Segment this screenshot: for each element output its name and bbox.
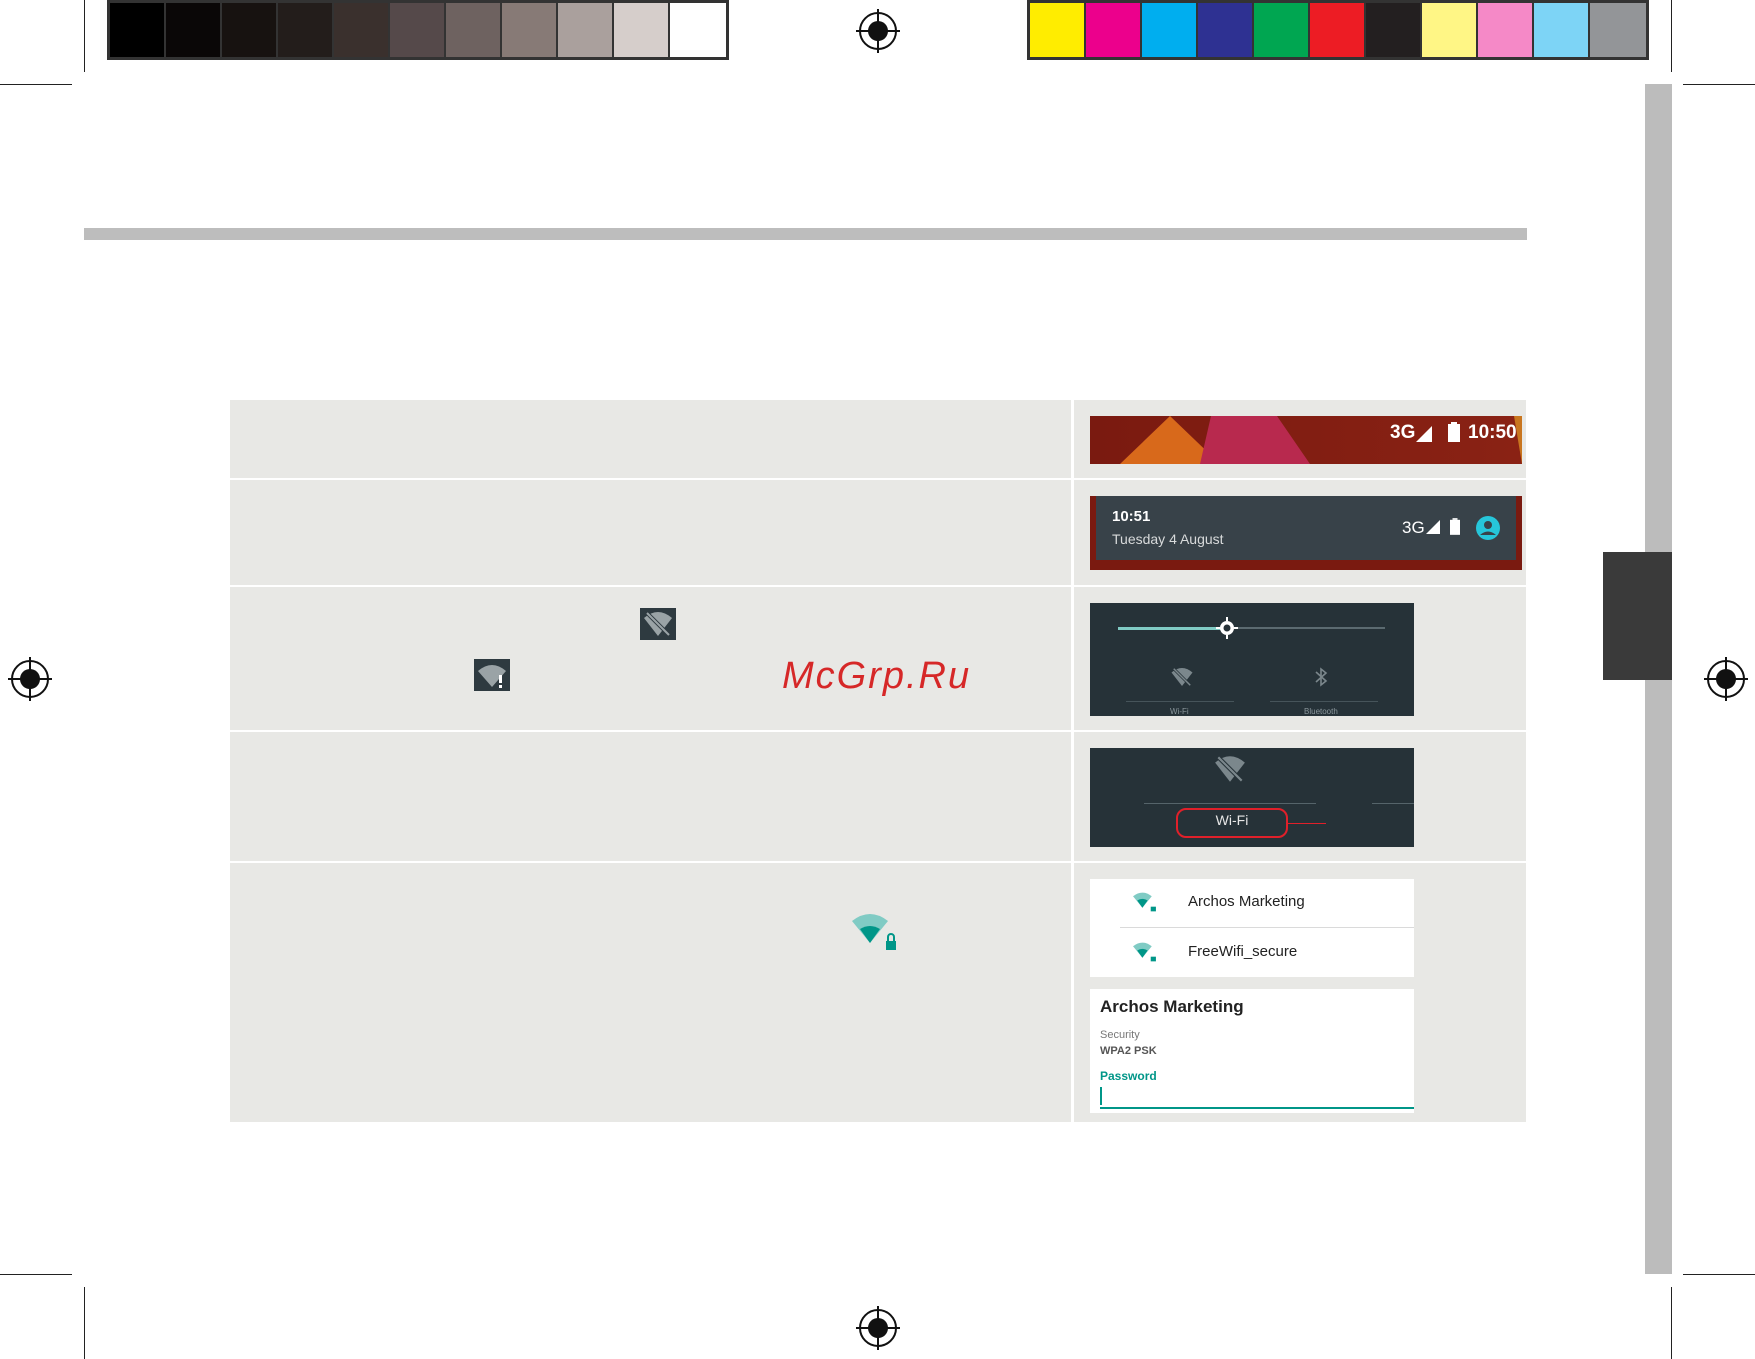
quick-settings-screenshot: Wi-Fi Bluetooth bbox=[1090, 603, 1414, 716]
step-image-cell: Wi-Fi bbox=[1074, 732, 1526, 861]
wifi-network-list: Archos Marketing FreeWifi_secure bbox=[1090, 879, 1414, 977]
step-image-cell: 3G 10:50 bbox=[1074, 400, 1526, 478]
highlight-pointer bbox=[1288, 823, 1326, 824]
color-swatch bbox=[1198, 3, 1254, 57]
step-row-2: 10:51 Tuesday 4 August 3G bbox=[230, 480, 1526, 587]
color-swatch bbox=[1478, 3, 1534, 57]
notification-date: Tuesday 4 August bbox=[1112, 531, 1224, 547]
signal-icon bbox=[1426, 520, 1440, 534]
color-swatch bbox=[166, 3, 222, 57]
list-item[interactable]: Archos Marketing bbox=[1090, 879, 1414, 928]
password-input[interactable] bbox=[1100, 1083, 1414, 1109]
registration-mark-icon bbox=[8, 657, 52, 701]
registration-mark-icon bbox=[1704, 657, 1748, 701]
tile-divider bbox=[1270, 701, 1378, 702]
color-swatch bbox=[1142, 3, 1198, 57]
wifi-locked-icon bbox=[852, 914, 896, 950]
security-label: Security bbox=[1100, 1029, 1140, 1041]
color-swatch bbox=[1310, 3, 1366, 57]
crop-mark-top-left-v bbox=[84, 0, 85, 72]
grayscale-color-bar bbox=[107, 0, 729, 60]
list-item[interactable]: FreeWifi_secure bbox=[1090, 929, 1414, 977]
color-swatch bbox=[278, 3, 334, 57]
step-row-4: Wi-Fi bbox=[230, 732, 1526, 863]
crop-mark-top-left-h bbox=[0, 84, 72, 85]
bluetooth-icon[interactable] bbox=[1314, 667, 1328, 687]
color-swatch bbox=[614, 3, 670, 57]
crop-mark-bottom-right-h bbox=[1683, 1274, 1755, 1275]
color-swatch bbox=[1366, 3, 1422, 57]
color-swatch bbox=[110, 3, 166, 57]
wifi-tile-label: Wi-Fi bbox=[1170, 707, 1189, 716]
color-swatch bbox=[222, 3, 278, 57]
header-rule bbox=[84, 228, 1527, 240]
notification-network: 3G bbox=[1402, 518, 1425, 537]
color-swatch bbox=[1534, 3, 1590, 57]
wifi-tile-label[interactable]: Wi-Fi bbox=[1176, 812, 1288, 828]
color-swatch bbox=[390, 3, 446, 57]
crop-mark-top-right-h bbox=[1683, 84, 1755, 85]
wifi-off-icon[interactable] bbox=[1168, 665, 1196, 689]
color-swatch bbox=[670, 3, 726, 57]
color-swatch bbox=[558, 3, 614, 57]
wifi-password-dialog: Archos Marketing Security WPA2 PSK Passw… bbox=[1090, 989, 1414, 1113]
step-image-cell: Archos Marketing FreeWifi_secure Archos … bbox=[1074, 863, 1526, 1122]
battery-icon bbox=[1448, 422, 1460, 442]
tile-divider bbox=[1126, 701, 1234, 702]
notification-time: 10:51 bbox=[1112, 508, 1151, 525]
crop-mark-bottom-left-v bbox=[84, 1287, 85, 1359]
step-text-cell bbox=[230, 400, 1074, 478]
network-name: Archos Marketing bbox=[1188, 893, 1305, 910]
dialog-title: Archos Marketing bbox=[1100, 997, 1244, 1016]
step-row-5: Archos Marketing FreeWifi_secure Archos … bbox=[230, 863, 1526, 1122]
color-swatch bbox=[1030, 3, 1086, 57]
battery-icon bbox=[1450, 518, 1460, 535]
wifi-tile-screenshot: Wi-Fi bbox=[1090, 748, 1414, 847]
notification-header-screenshot: 10:51 Tuesday 4 August 3G bbox=[1090, 496, 1522, 570]
status-time: 10:50 bbox=[1468, 422, 1517, 443]
signal-icon bbox=[1416, 426, 1432, 442]
wifi-off-icon[interactable] bbox=[1210, 752, 1250, 786]
security-value: WPA2 PSK bbox=[1100, 1045, 1157, 1057]
step-text-cell bbox=[230, 863, 1074, 1122]
network-name: FreeWifi_secure bbox=[1188, 943, 1298, 960]
color-swatch bbox=[1422, 3, 1478, 57]
steps-table: 3G 10:50 10:51 Tuesday 4 August 3G Wi-Fi… bbox=[230, 400, 1526, 1122]
chapter-tab bbox=[1603, 552, 1672, 680]
account-icon[interactable] bbox=[1476, 516, 1500, 540]
step-image-cell: 10:51 Tuesday 4 August 3G bbox=[1074, 480, 1526, 585]
crop-mark-bottom-right-v bbox=[1671, 1287, 1672, 1359]
color-swatch bbox=[334, 3, 390, 57]
wifi-off-icon bbox=[640, 608, 676, 640]
wifi-locked-icon bbox=[1133, 892, 1156, 912]
color-swatch bbox=[1254, 3, 1310, 57]
text-caret bbox=[1100, 1087, 1102, 1105]
brightness-fill bbox=[1118, 627, 1226, 630]
step-text-cell bbox=[230, 480, 1074, 585]
color-swatch bbox=[502, 3, 558, 57]
crop-mark-bottom-left-h bbox=[0, 1274, 72, 1275]
color-swatch bbox=[1086, 3, 1142, 57]
process-color-bar bbox=[1027, 0, 1649, 60]
status-network: 3G bbox=[1390, 422, 1416, 443]
bluetooth-tile-label: Bluetooth bbox=[1304, 707, 1338, 716]
step-image-cell: Wi-Fi Bluetooth bbox=[1074, 587, 1526, 730]
wifi-alert-icon bbox=[474, 659, 510, 691]
watermark: McGrp.Ru bbox=[782, 655, 972, 697]
registration-mark-icon bbox=[856, 9, 900, 53]
step-row-1: 3G 10:50 bbox=[230, 400, 1526, 480]
password-label: Password bbox=[1100, 1069, 1157, 1083]
color-swatch bbox=[1590, 3, 1646, 57]
registration-mark-icon bbox=[856, 1306, 900, 1350]
color-swatch bbox=[446, 3, 502, 57]
step-text-cell bbox=[230, 732, 1074, 861]
status-bar-screenshot: 3G 10:50 bbox=[1090, 416, 1522, 464]
wifi-locked-icon bbox=[1133, 942, 1156, 962]
crop-mark-top-right-v bbox=[1671, 0, 1672, 72]
brightness-icon[interactable] bbox=[1216, 617, 1238, 639]
